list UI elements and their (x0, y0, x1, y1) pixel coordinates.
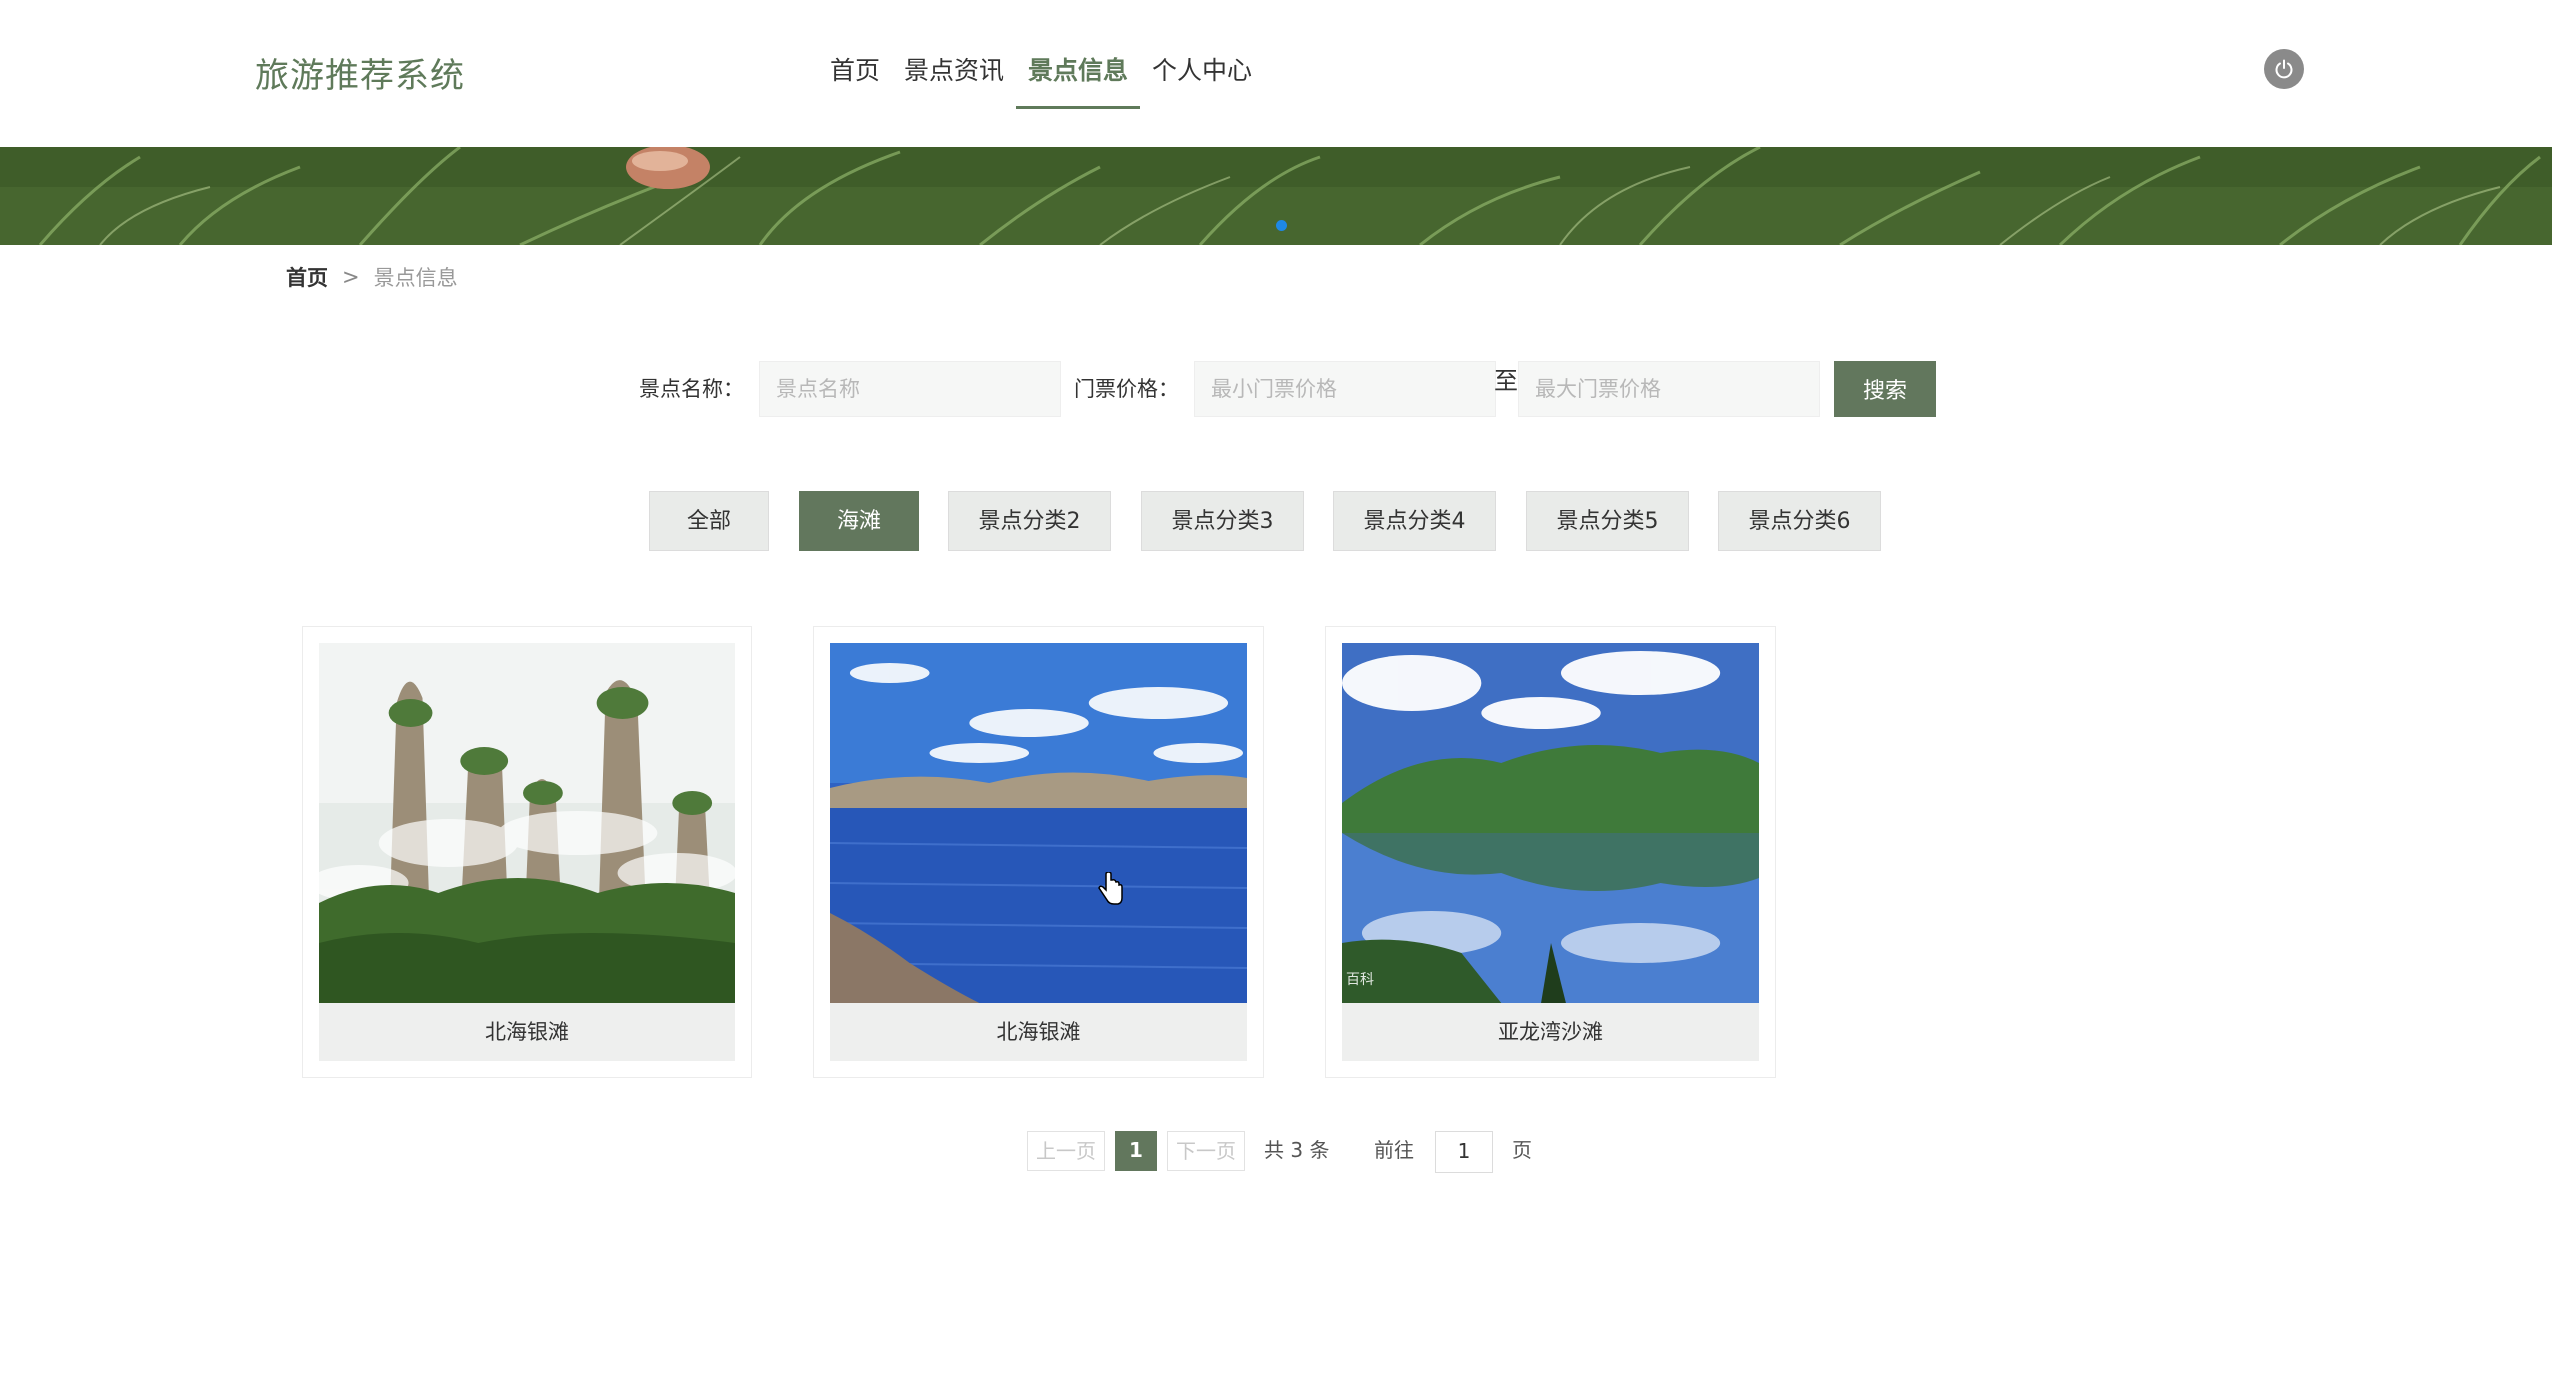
min-price-input[interactable] (1194, 361, 1496, 417)
hand-cursor-icon (1098, 872, 1123, 905)
nav-home[interactable]: 首页 (818, 0, 892, 147)
card-title: 亚龙湾沙滩 (1342, 1003, 1759, 1061)
nav-profile[interactable]: 个人中心 (1140, 0, 1264, 147)
card-title: 北海银滩 (319, 1003, 735, 1061)
banner-grass-image (0, 147, 2552, 245)
blue-lake-photo (830, 643, 1247, 1003)
search-bar: 景点名称： 门票价格： 至 搜索 (0, 361, 2552, 417)
main-nav: 首页 景点资讯 景点信息 个人中心 (818, 0, 1264, 147)
nav-news[interactable]: 景点资讯 (892, 0, 1016, 147)
nav-attractions[interactable]: 景点信息 (1016, 0, 1141, 147)
carousel-indicator[interactable] (1276, 220, 1287, 231)
card-watermark: 百科 (1346, 972, 1374, 988)
category-5[interactable]: 景点分类5 (1526, 491, 1689, 551)
max-price-input[interactable] (1518, 361, 1820, 417)
power-icon (2275, 59, 2293, 79)
logout-button[interactable] (2264, 49, 2304, 89)
breadcrumb-separator: > (342, 265, 360, 289)
page-suffix: 页 (1512, 1138, 1532, 1162)
breadcrumb-home[interactable]: 首页 (286, 262, 328, 292)
category-2[interactable]: 景点分类2 (948, 491, 1111, 551)
range-to-label: 至 (1494, 367, 1518, 395)
attraction-card[interactable]: 北海银滩 (813, 626, 1264, 1078)
name-search-input[interactable] (759, 361, 1061, 417)
top-header: 旅游推荐系统 首页 景点资讯 景点信息 个人中心 (0, 0, 2552, 147)
site-logo[interactable]: 旅游推荐系统 (255, 48, 465, 97)
category-3[interactable]: 景点分类3 (1141, 491, 1304, 551)
category-all[interactable]: 全部 (649, 491, 769, 551)
goto-page-input[interactable]: 1 (1435, 1131, 1493, 1173)
breadcrumb-current: 景点信息 (373, 266, 458, 290)
search-button[interactable]: 搜索 (1834, 361, 1936, 417)
goto-label: 前往 (1374, 1138, 1414, 1162)
mountain-lake-reflection-photo (1342, 643, 1759, 1003)
next-page-button[interactable]: 下一页 (1167, 1131, 1245, 1171)
name-label: 景点名称： (639, 377, 744, 401)
attraction-card[interactable]: 亚龙湾沙滩 百科 (1325, 626, 1776, 1078)
karst-mountain-photo (319, 643, 735, 1003)
hero-banner (0, 147, 2552, 245)
breadcrumb: 首页 > 景点信息 (286, 262, 458, 292)
price-label: 门票价格： (1074, 377, 1179, 401)
total-count: 共 3 条 (1264, 1138, 1330, 1162)
attraction-card[interactable]: 北海银滩 (302, 626, 752, 1078)
card-title: 北海银滩 (830, 1003, 1247, 1061)
prev-page-button[interactable]: 上一页 (1027, 1131, 1105, 1171)
category-6[interactable]: 景点分类6 (1718, 491, 1881, 551)
category-4[interactable]: 景点分类4 (1333, 491, 1496, 551)
page-1[interactable]: 1 (1115, 1131, 1157, 1171)
category-beach[interactable]: 海滩 (799, 491, 919, 551)
